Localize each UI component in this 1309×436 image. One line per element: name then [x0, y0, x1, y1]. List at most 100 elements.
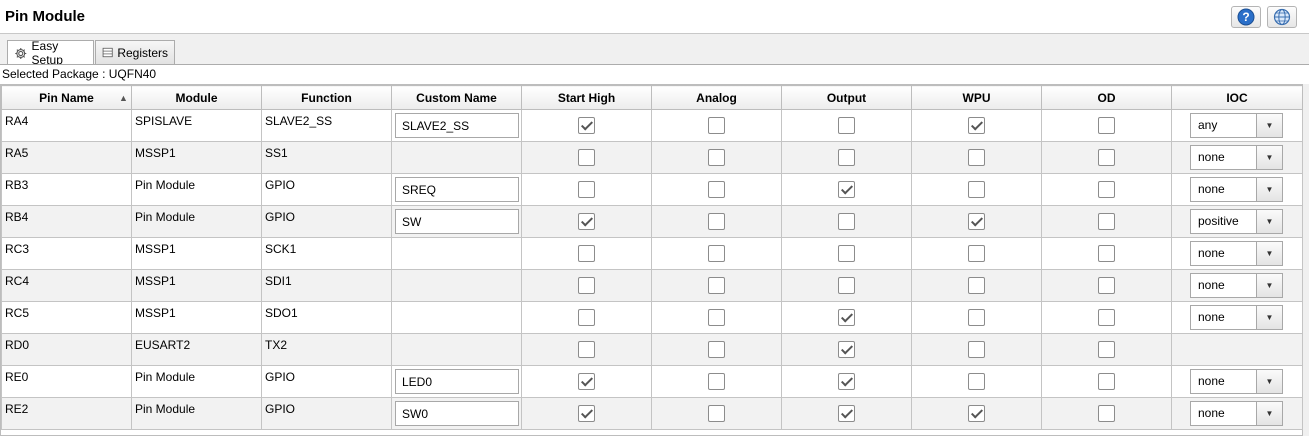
- chevron-down-icon[interactable]: ▼: [1256, 242, 1282, 265]
- analog-checkbox[interactable]: [708, 245, 725, 262]
- column-header-od[interactable]: OD: [1041, 85, 1172, 110]
- ioc-dropdown[interactable]: none ▼: [1190, 273, 1283, 298]
- column-header-pin-name[interactable]: Pin Name ▲: [1, 85, 132, 110]
- ioc-dropdown[interactable]: none ▼: [1190, 401, 1283, 426]
- start-high-checkbox[interactable]: [578, 181, 595, 198]
- analog-checkbox[interactable]: [708, 149, 725, 166]
- tab-easy-setup[interactable]: Easy Setup: [7, 39, 94, 67]
- custom-name-cell[interactable]: [391, 301, 522, 334]
- custom-name-input[interactable]: [395, 177, 519, 202]
- chevron-down-icon[interactable]: ▼: [1256, 306, 1282, 329]
- analog-checkbox[interactable]: [708, 405, 725, 422]
- custom-name-cell[interactable]: [391, 141, 522, 174]
- wpu-checkbox[interactable]: [968, 405, 985, 422]
- start-high-checkbox[interactable]: [578, 405, 595, 422]
- start-high-checkbox[interactable]: [578, 149, 595, 166]
- table-row[interactable]: RE2Pin ModuleGPIO none ▼: [1, 397, 1303, 430]
- start-high-checkbox[interactable]: [578, 277, 595, 294]
- wpu-checkbox[interactable]: [968, 309, 985, 326]
- custom-name-input[interactable]: [395, 369, 519, 394]
- od-checkbox[interactable]: [1098, 341, 1115, 358]
- output-checkbox[interactable]: [838, 373, 855, 390]
- output-checkbox[interactable]: [838, 245, 855, 262]
- start-high-checkbox[interactable]: [578, 245, 595, 262]
- wpu-checkbox[interactable]: [968, 341, 985, 358]
- output-checkbox[interactable]: [838, 213, 855, 230]
- wpu-checkbox[interactable]: [968, 149, 985, 166]
- analog-checkbox[interactable]: [708, 181, 725, 198]
- od-checkbox[interactable]: [1098, 277, 1115, 294]
- table-row[interactable]: RE0Pin ModuleGPIO none ▼: [1, 365, 1303, 398]
- od-checkbox[interactable]: [1098, 373, 1115, 390]
- custom-name-input[interactable]: [395, 401, 519, 426]
- od-checkbox[interactable]: [1098, 117, 1115, 134]
- column-header-analog[interactable]: Analog: [651, 85, 782, 110]
- wpu-checkbox[interactable]: [968, 117, 985, 134]
- od-checkbox[interactable]: [1098, 245, 1115, 262]
- start-high-checkbox[interactable]: [578, 373, 595, 390]
- start-high-checkbox[interactable]: [578, 213, 595, 230]
- wpu-checkbox[interactable]: [968, 245, 985, 262]
- wpu-checkbox[interactable]: [968, 277, 985, 294]
- column-header-function[interactable]: Function: [261, 85, 392, 110]
- help-button[interactable]: ?: [1231, 6, 1261, 28]
- custom-name-cell[interactable]: [391, 237, 522, 270]
- od-checkbox[interactable]: [1098, 405, 1115, 422]
- column-header-custom-name[interactable]: Custom Name: [391, 85, 522, 110]
- output-checkbox[interactable]: [838, 341, 855, 358]
- output-checkbox[interactable]: [838, 117, 855, 134]
- analog-checkbox[interactable]: [708, 213, 725, 230]
- ioc-dropdown[interactable]: none ▼: [1190, 241, 1283, 266]
- analog-checkbox[interactable]: [708, 341, 725, 358]
- ioc-dropdown[interactable]: none ▼: [1190, 177, 1283, 202]
- od-checkbox[interactable]: [1098, 181, 1115, 198]
- start-high-checkbox[interactable]: [578, 341, 595, 358]
- chevron-down-icon[interactable]: ▼: [1256, 210, 1282, 233]
- od-checkbox[interactable]: [1098, 213, 1115, 230]
- ioc-dropdown[interactable]: none ▼: [1190, 369, 1283, 394]
- output-checkbox[interactable]: [838, 405, 855, 422]
- output-checkbox[interactable]: [838, 277, 855, 294]
- column-header-output[interactable]: Output: [781, 85, 912, 110]
- table-row[interactable]: RA4SPISLAVESLAVE2_SS any ▼: [1, 109, 1303, 142]
- analog-checkbox[interactable]: [708, 277, 725, 294]
- od-checkbox[interactable]: [1098, 149, 1115, 166]
- table-row[interactable]: RC3 MSSP1 SCK1 none ▼: [1, 237, 1303, 270]
- chevron-down-icon[interactable]: ▼: [1256, 370, 1282, 393]
- ioc-dropdown[interactable]: none ▼: [1190, 305, 1283, 330]
- custom-name-input[interactable]: [395, 113, 519, 138]
- table-row[interactable]: RB4Pin ModuleGPIO positive ▼: [1, 205, 1303, 238]
- wpu-checkbox[interactable]: [968, 373, 985, 390]
- wpu-checkbox[interactable]: [968, 181, 985, 198]
- chevron-down-icon[interactable]: ▼: [1256, 146, 1282, 169]
- ioc-dropdown[interactable]: none ▼: [1190, 145, 1283, 170]
- start-high-checkbox[interactable]: [578, 309, 595, 326]
- analog-checkbox[interactable]: [708, 309, 725, 326]
- custom-name-input[interactable]: [395, 209, 519, 234]
- chevron-down-icon[interactable]: ▼: [1256, 114, 1282, 137]
- custom-name-cell[interactable]: [391, 333, 522, 366]
- column-header-module[interactable]: Module: [131, 85, 262, 110]
- chevron-down-icon[interactable]: ▼: [1256, 274, 1282, 297]
- ioc-dropdown[interactable]: positive ▼: [1190, 209, 1283, 234]
- table-row[interactable]: RD0 EUSART2 TX2: [1, 333, 1303, 366]
- chevron-down-icon[interactable]: ▼: [1256, 178, 1282, 201]
- od-checkbox[interactable]: [1098, 309, 1115, 326]
- custom-name-cell[interactable]: [391, 269, 522, 302]
- output-checkbox[interactable]: [838, 309, 855, 326]
- globe-button[interactable]: [1267, 6, 1297, 28]
- table-row[interactable]: RC5 MSSP1 SDO1 none ▼: [1, 301, 1303, 334]
- start-high-checkbox[interactable]: [578, 117, 595, 134]
- column-header-wpu[interactable]: WPU: [911, 85, 1042, 110]
- column-header-start-high[interactable]: Start High: [521, 85, 652, 110]
- table-row[interactable]: RC4 MSSP1 SDI1 none ▼: [1, 269, 1303, 302]
- table-row[interactable]: RB3Pin ModuleGPIO none ▼: [1, 173, 1303, 206]
- chevron-down-icon[interactable]: ▼: [1256, 402, 1282, 425]
- ioc-dropdown[interactable]: any ▼: [1190, 113, 1283, 138]
- analog-checkbox[interactable]: [708, 117, 725, 134]
- table-row[interactable]: RA5 MSSP1 SS1 none ▼: [1, 141, 1303, 174]
- analog-checkbox[interactable]: [708, 373, 725, 390]
- output-checkbox[interactable]: [838, 149, 855, 166]
- tab-registers[interactable]: Registers: [95, 40, 175, 64]
- wpu-checkbox[interactable]: [968, 213, 985, 230]
